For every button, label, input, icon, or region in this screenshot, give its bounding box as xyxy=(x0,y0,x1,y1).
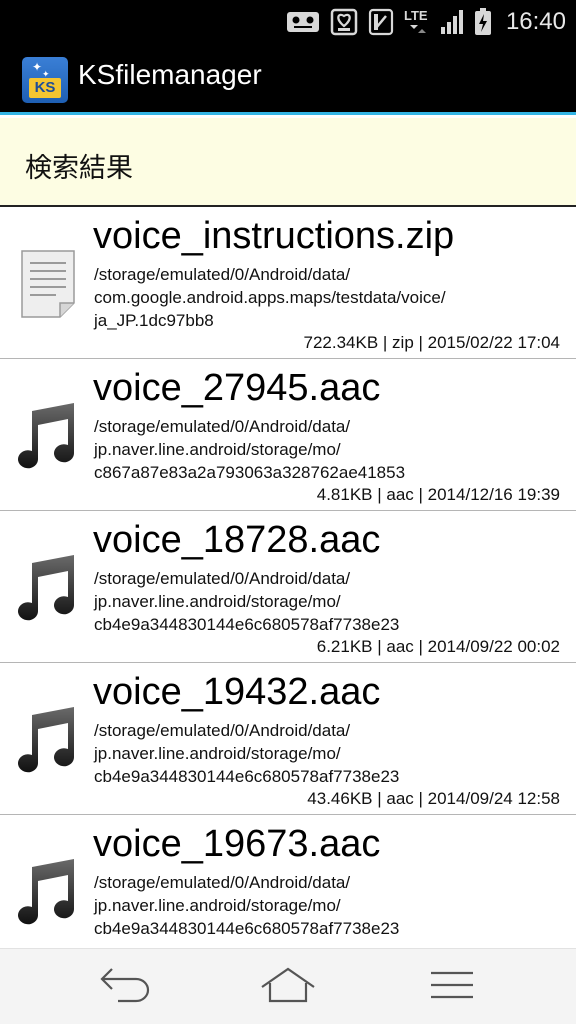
file-meta: 722.34KB | zip | 2015/02/22 17:04 xyxy=(303,333,560,352)
file-name: voice_27945.aac xyxy=(93,367,381,409)
lte-icon: LTE xyxy=(404,7,430,37)
file-path: /storage/emulated/0/Android/data/ jp.nav… xyxy=(94,569,400,634)
nfc-icon xyxy=(368,8,394,36)
home-button[interactable] xyxy=(248,959,328,1015)
svg-text:LTE: LTE xyxy=(404,8,428,23)
menu-button[interactable] xyxy=(412,959,492,1015)
music-note-icon xyxy=(16,703,80,775)
file-path: /storage/emulated/0/Android/data/ jp.nav… xyxy=(94,721,400,786)
home-icon xyxy=(260,967,316,1007)
file-name: voice_19673.aac xyxy=(93,823,381,865)
app-title: KSfilemanager xyxy=(78,59,262,90)
status-bar: LTE 16:40 xyxy=(0,0,576,43)
page-title: 検索結果 xyxy=(25,153,133,184)
file-name: voice_18728.aac xyxy=(93,519,381,561)
list-item[interactable]: voice_instructions.zip /storage/emulated… xyxy=(0,207,576,359)
status-icons: LTE 16:40 xyxy=(286,0,566,43)
back-icon xyxy=(98,967,152,1007)
file-path: /storage/emulated/0/Android/data/ jp.nav… xyxy=(94,417,406,482)
file-path: /storage/emulated/0/Android/data/ com.go… xyxy=(94,265,446,330)
file-name: voice_19432.aac xyxy=(93,671,381,713)
music-note-icon xyxy=(16,551,80,623)
music-note-icon xyxy=(16,855,80,927)
file-meta: 43.46KB | aac | 2014/09/24 12:58 xyxy=(307,789,560,808)
app-icon[interactable]: ✦ ✦ KS xyxy=(22,57,68,103)
signal-box-icon xyxy=(330,8,358,36)
list-item[interactable]: voice_27945.aac /storage/emulated/0/Andr… xyxy=(0,359,576,511)
app-bar: ✦ ✦ KS KSfilemanager xyxy=(0,43,576,115)
battery-charging-icon xyxy=(474,7,492,36)
file-list[interactable]: voice_instructions.zip /storage/emulated… xyxy=(0,207,576,948)
list-item[interactable]: voice_19673.aac /storage/emulated/0/Andr… xyxy=(0,815,576,948)
file-meta: 6.21KB | aac | 2014/09/22 00:02 xyxy=(316,637,560,656)
search-results-header: 検索結果 xyxy=(0,118,576,207)
clock: 16:40 xyxy=(505,7,566,35)
music-note-icon xyxy=(16,399,80,471)
navigation-bar xyxy=(0,948,576,1024)
menu-icon xyxy=(427,969,477,1005)
list-item[interactable]: voice_19432.aac /storage/emulated/0/Andr… xyxy=(0,663,576,815)
file-name: voice_instructions.zip xyxy=(93,215,455,257)
back-button[interactable] xyxy=(85,959,165,1015)
app-icon-label: KS xyxy=(29,78,61,98)
document-icon xyxy=(16,247,80,319)
signal-strength-icon xyxy=(440,9,464,35)
voicemail-icon xyxy=(286,9,320,35)
file-meta: 4.81KB | aac | 2014/12/16 19:39 xyxy=(316,485,560,504)
list-item[interactable]: voice_18728.aac /storage/emulated/0/Andr… xyxy=(0,511,576,663)
file-path: /storage/emulated/0/Android/data/ jp.nav… xyxy=(94,873,400,938)
sparkle-icon: ✦ xyxy=(32,60,43,74)
